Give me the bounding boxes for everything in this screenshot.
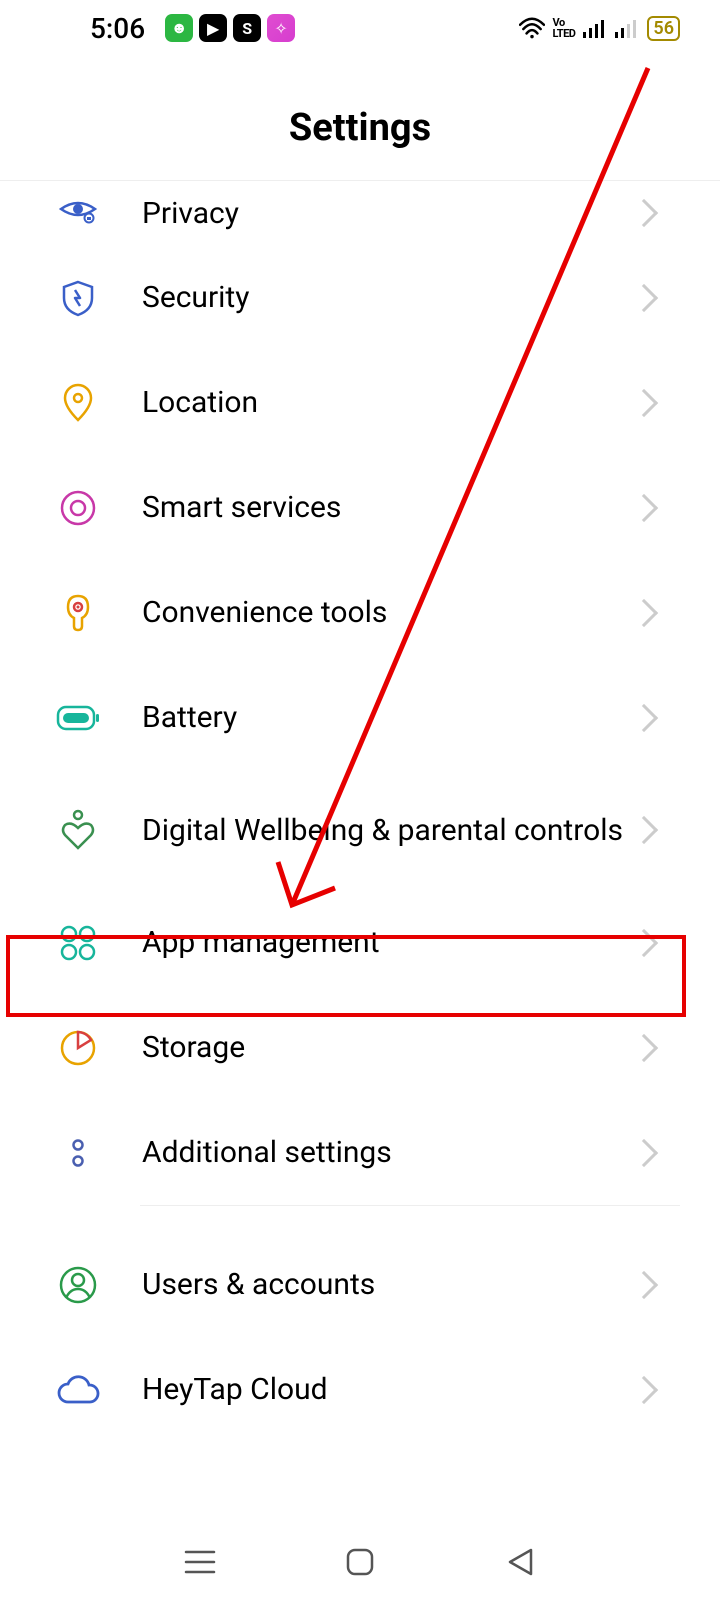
status-right: VoLTED 56 xyxy=(519,16,680,41)
settings-row-privacy[interactable]: Privacy xyxy=(0,181,720,245)
row-label: Battery xyxy=(100,698,634,737)
notif-app-icon: ☻ xyxy=(165,14,193,42)
smart-services-icon xyxy=(56,486,100,530)
settings-row-app-management[interactable]: App management xyxy=(0,890,720,995)
settings-row-users-accounts[interactable]: Users & accounts xyxy=(0,1232,720,1337)
chevron-right-icon xyxy=(630,1033,658,1061)
cloud-icon xyxy=(56,1368,100,1412)
battery-icon: 56 xyxy=(647,16,680,41)
row-label: Users & accounts xyxy=(100,1265,634,1304)
signal-icon-2 xyxy=(615,18,639,38)
volte-icon: VoLTED xyxy=(553,17,576,39)
settings-row-battery[interactable]: Battery xyxy=(0,665,720,770)
row-label: Smart services xyxy=(100,488,634,527)
row-label: Digital Wellbeing & parental controls xyxy=(100,801,634,860)
chevron-right-icon xyxy=(630,1138,658,1166)
chevron-right-icon xyxy=(630,199,658,227)
security-icon xyxy=(56,276,100,320)
wifi-icon xyxy=(519,17,545,39)
additional-settings-icon xyxy=(56,1131,100,1175)
settings-row-location[interactable]: Location xyxy=(0,350,720,455)
settings-row-storage[interactable]: Storage xyxy=(0,995,720,1100)
row-label: Convenience tools xyxy=(100,593,634,632)
settings-row-heytap-cloud[interactable]: HeyTap Cloud xyxy=(0,1337,720,1442)
chevron-right-icon xyxy=(630,388,658,416)
settings-row-security[interactable]: Security xyxy=(0,245,720,350)
signal-icon-1 xyxy=(583,18,607,38)
letter-s-icon: S xyxy=(233,14,261,42)
chevron-right-icon xyxy=(630,928,658,956)
convenience-tools-icon xyxy=(56,591,100,635)
navigation-bar xyxy=(0,1524,720,1600)
chevron-right-icon xyxy=(630,1375,658,1403)
status-time: 5:06 xyxy=(90,12,145,45)
chevron-right-icon xyxy=(630,493,658,521)
app-management-icon xyxy=(56,921,100,965)
settings-row-additional-settings[interactable]: Additional settings xyxy=(0,1100,720,1205)
pink-app-icon: ✧ xyxy=(267,14,295,42)
settings-list: Privacy Security Location Smart services… xyxy=(0,180,720,1442)
nav-back-button[interactable] xyxy=(500,1542,540,1582)
row-label: Storage xyxy=(100,1028,634,1067)
row-label: Location xyxy=(100,383,634,422)
chevron-right-icon xyxy=(630,1270,658,1298)
row-label: HeyTap Cloud xyxy=(100,1370,634,1409)
users-accounts-icon xyxy=(56,1263,100,1307)
row-label: Additional settings xyxy=(100,1133,634,1172)
chevron-right-icon xyxy=(630,598,658,626)
battery-icon xyxy=(56,696,100,740)
nav-home-button[interactable] xyxy=(340,1542,380,1582)
settings-row-convenience-tools[interactable]: Convenience tools xyxy=(0,560,720,665)
status-bar: 5:06 ☻ ▶ S ✧ VoLTED 56 xyxy=(0,0,720,56)
nav-recent-button[interactable] xyxy=(180,1542,220,1582)
wellbeing-icon xyxy=(56,808,100,852)
chevron-right-icon xyxy=(630,703,658,731)
youtube-icon: ▶ xyxy=(199,14,227,42)
settings-row-smart-services[interactable]: Smart services xyxy=(0,455,720,560)
chevron-right-icon xyxy=(630,283,658,311)
divider xyxy=(140,1205,680,1206)
row-label: Security xyxy=(100,278,634,317)
storage-icon xyxy=(56,1026,100,1070)
row-label: Privacy xyxy=(100,194,634,233)
location-icon xyxy=(56,381,100,425)
privacy-icon xyxy=(56,191,100,235)
row-label: App management xyxy=(100,923,634,962)
page-title: Settings xyxy=(0,56,720,180)
chevron-right-icon xyxy=(630,816,658,844)
settings-row-digital-wellbeing[interactable]: Digital Wellbeing & parental controls xyxy=(0,770,720,890)
status-left: 5:06 ☻ ▶ S ✧ xyxy=(90,12,295,45)
status-app-icons: ☻ ▶ S ✧ xyxy=(165,14,295,42)
